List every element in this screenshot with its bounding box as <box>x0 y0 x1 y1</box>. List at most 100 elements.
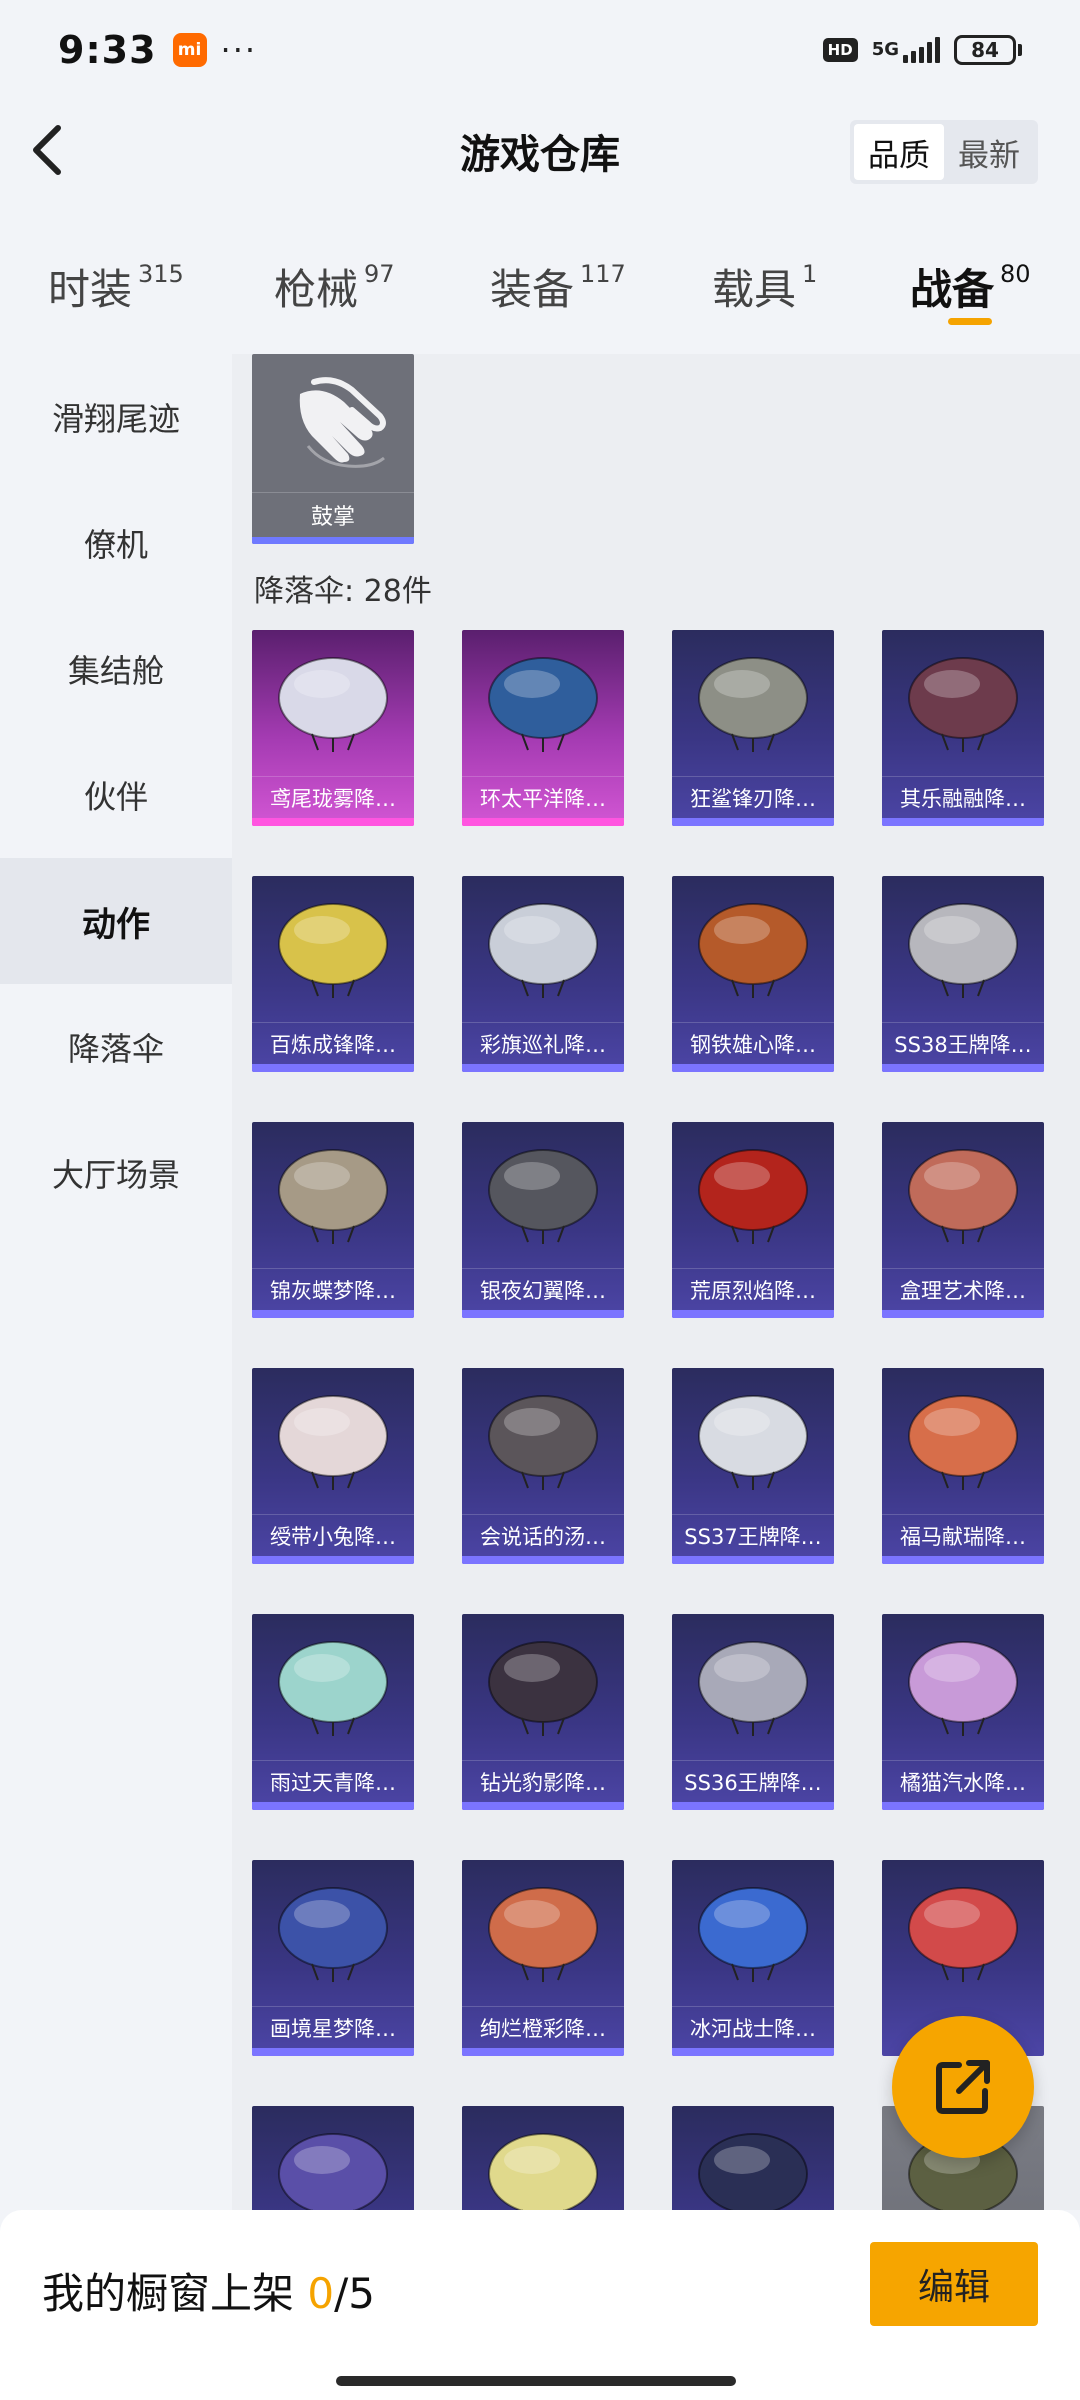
mi-app-icon: mi <box>172 33 207 67</box>
parachute-icon <box>908 657 1018 752</box>
rarity-bar <box>672 2048 834 2056</box>
tab-fashion[interactable]: 时装 315 <box>48 256 184 317</box>
rarity-bar <box>462 1064 624 1072</box>
parachute-card[interactable] <box>462 2106 624 2210</box>
rarity-bar <box>882 1802 1044 1810</box>
parachute-card[interactable]: 锦灰蝶梦降… <box>252 1122 414 1318</box>
sidebar-item-parachute[interactable]: 降落伞 <box>0 984 232 1110</box>
rarity-bar <box>672 1802 834 1810</box>
parachute-card[interactable]: 环太平洋降… <box>462 630 624 826</box>
sidebar: 滑翔尾迹 僚机 集结舱 伙伴 动作 降落伞 大厅场景 <box>0 354 232 2210</box>
rarity-bar <box>252 2048 414 2056</box>
sort-quality-option[interactable]: 品质 <box>854 124 944 180</box>
sidebar-item-emote[interactable]: 动作 <box>0 858 232 984</box>
parachute-label: 会说话的汤… <box>462 1514 624 1556</box>
rarity-bar <box>672 1310 834 1318</box>
parachute-label: 画境星梦降… <box>252 2006 414 2048</box>
parachute-icon <box>488 1395 598 1490</box>
sort-newest-option[interactable]: 最新 <box>944 124 1034 180</box>
rarity-bar <box>462 2048 624 2056</box>
rarity-bar <box>462 1802 624 1810</box>
parachute-card[interactable]: 绚烂橙彩降… <box>462 1860 624 2056</box>
rarity-bar <box>672 1556 834 1564</box>
parachute-card[interactable]: SS36王牌降… <box>672 1614 834 1810</box>
tab-equipment[interactable]: 装备 117 <box>490 256 626 317</box>
tab-label: 装备 <box>490 265 575 314</box>
parachute-icon <box>278 1395 388 1490</box>
parachute-card[interactable]: 冰河战士降… <box>672 1860 834 2056</box>
battery-level: 84 <box>954 35 1016 65</box>
showcase-status: 我的橱窗上架 0/5 <box>42 2260 375 2321</box>
network-indicator: 5G <box>872 37 940 63</box>
sidebar-item-lobby-scene[interactable]: 大厅场景 <box>0 1110 232 1236</box>
parachute-label: SS36王牌降… <box>672 1760 834 1802</box>
parachute-card[interactable]: 福马献瑞降… <box>882 1368 1044 1564</box>
parachute-label: 其乐融融降… <box>882 776 1044 818</box>
home-indicator[interactable] <box>336 2376 736 2386</box>
emote-card-applause[interactable]: 鼓掌 <box>252 354 414 544</box>
status-indicators: HD 5G 84 <box>822 35 1022 65</box>
parachute-card[interactable]: 画境星梦降… <box>252 1860 414 2056</box>
edit-button[interactable]: 编辑 <box>870 2242 1038 2326</box>
sidebar-item-glide-trail[interactable]: 滑翔尾迹 <box>0 354 232 480</box>
parachute-card[interactable]: 鸢尾珑雾降… <box>252 630 414 826</box>
sidebar-item-assembly-pod[interactable]: 集结舱 <box>0 606 232 732</box>
more-notifications-icon: ··· <box>220 31 258 69</box>
parachute-icon <box>488 903 598 998</box>
tab-count: 315 <box>138 260 184 288</box>
parachute-label: 彩旗巡礼降… <box>462 1022 624 1064</box>
parachute-card[interactable]: 银夜幻翼降… <box>462 1122 624 1318</box>
parachute-card[interactable]: 橘猫汽水降… <box>882 1614 1044 1810</box>
parachute-card[interactable]: 其乐融融降… <box>882 630 1044 826</box>
parachute-card[interactable]: SS37王牌降… <box>672 1368 834 1564</box>
parachute-card[interactable]: 雨过天青降… <box>252 1614 414 1810</box>
parachute-card[interactable]: 钻光豹影降… <box>462 1614 624 1810</box>
parachute-label: 绶带小兔降… <box>252 1514 414 1556</box>
sidebar-item-wingman[interactable]: 僚机 <box>0 480 232 606</box>
parachute-icon <box>698 2133 808 2210</box>
section-title: 降落伞: 28件 <box>254 574 432 609</box>
rarity-bar <box>252 537 414 544</box>
battery-icon: 84 <box>954 35 1022 65</box>
parachute-label: 雨过天青降… <box>252 1760 414 1802</box>
parachute-label: 锦灰蝶梦降… <box>252 1268 414 1310</box>
parachute-icon <box>698 1395 808 1490</box>
parachute-icon <box>278 903 388 998</box>
parachute-icon <box>488 2133 598 2210</box>
sort-toggle[interactable]: 品质 最新 <box>850 120 1038 184</box>
network-type: 5G <box>871 39 899 60</box>
parachute-label: 狂鲨锋刃降… <box>672 776 834 818</box>
tab-count: 117 <box>580 260 626 288</box>
rarity-bar <box>672 818 834 826</box>
parachute-label: 银夜幻翼降… <box>462 1268 624 1310</box>
parachute-icon <box>488 1887 598 1982</box>
parachute-card[interactable]: 绶带小兔降… <box>252 1368 414 1564</box>
sidebar-item-companion[interactable]: 伙伴 <box>0 732 232 858</box>
tab-vehicles[interactable]: 载具 1 <box>712 256 817 317</box>
tab-weapons[interactable]: 枪械 97 <box>274 256 395 317</box>
parachute-card[interactable] <box>672 2106 834 2210</box>
parachute-card[interactable]: 会说话的汤… <box>462 1368 624 1564</box>
parachute-card[interactable]: 盒理艺术降… <box>882 1122 1044 1318</box>
rarity-bar <box>882 1310 1044 1318</box>
parachute-icon <box>908 1641 1018 1736</box>
parachute-label: 盒理艺术降… <box>882 1268 1044 1310</box>
parachute-card[interactable]: 彩旗巡礼降… <box>462 876 624 1072</box>
rarity-bar <box>252 1064 414 1072</box>
parachute-card[interactable]: 百炼成锋降… <box>252 876 414 1072</box>
parachute-card[interactable]: SS38王牌降… <box>882 876 1044 1072</box>
share-button[interactable] <box>892 2016 1034 2158</box>
parachute-card[interactable]: 钢铁雄心降… <box>672 876 834 1072</box>
parachute-card[interactable]: 荒原烈焰降… <box>672 1122 834 1318</box>
rarity-bar <box>462 1310 624 1318</box>
parachute-card[interactable] <box>252 2106 414 2210</box>
parachute-label: SS37王牌降… <box>672 1514 834 1556</box>
rarity-bar <box>462 1556 624 1564</box>
parachute-icon <box>698 1149 808 1244</box>
hd-icon: HD <box>822 38 858 62</box>
parachute-card[interactable]: 狂鲨锋刃降… <box>672 630 834 826</box>
parachute-label: 橘猫汽水降… <box>882 1760 1044 1802</box>
tab-war-supplies[interactable]: 战备 80 <box>910 256 1031 317</box>
rarity-bar <box>252 818 414 826</box>
parachute-icon <box>488 657 598 752</box>
